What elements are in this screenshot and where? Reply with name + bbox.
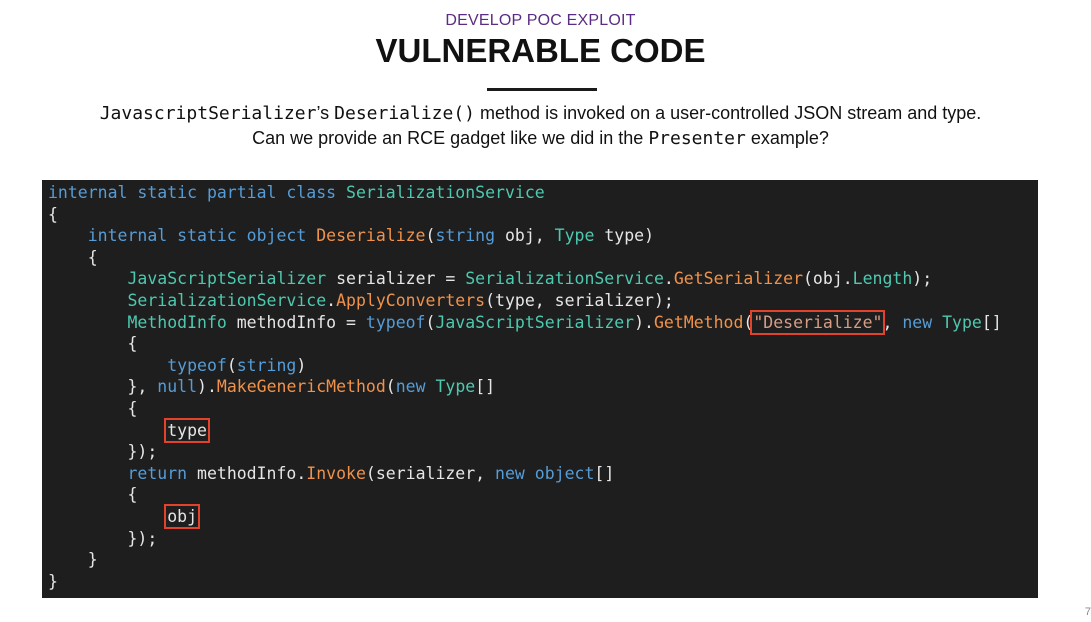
inline-code-deserialize: Deserialize() (334, 103, 476, 124)
code-line: return methodInfo.Invoke(serializer, new… (48, 463, 614, 485)
description-text: method is invoked on a user-controlled J… (475, 103, 982, 123)
code-token: } (48, 550, 98, 570)
slide-kicker: DEVELOP POC EXPLOIT (445, 12, 636, 29)
title-underline (487, 88, 597, 91)
code-token: }); (48, 442, 158, 462)
code-token: . (663, 269, 674, 289)
code-token: { (48, 247, 98, 267)
inline-code-javascriptserializer: JavascriptSerializer (99, 103, 317, 124)
code-token: SerializationService (48, 291, 327, 310)
code-token: methodInfo. (197, 463, 307, 483)
code-line: typeof(string) (48, 355, 306, 377)
code-token: ); (912, 269, 933, 289)
code-token: internal static object (48, 226, 317, 246)
code-token: { (48, 485, 138, 505)
code-token: } (48, 571, 58, 591)
description-line-1: JavascriptSerializer’s Deserialize() met… (0, 103, 1081, 124)
code-token: Deserialize (316, 226, 426, 246)
code-token: MakeGenericMethod (216, 377, 386, 397)
code-token: [] (981, 312, 1002, 332)
code-line: }); (48, 528, 157, 550)
code-token: [] (475, 377, 496, 397)
code-line: }); (48, 441, 157, 463)
code-token: ( (425, 226, 436, 246)
code-line: { (48, 247, 98, 269)
code-token: internal static partial class (48, 183, 347, 202)
code-token: }); (48, 528, 158, 548)
code-token: string (236, 355, 297, 375)
code-token: . (326, 291, 337, 310)
code-token: new object (495, 463, 595, 483)
code-line: obj (48, 504, 201, 529)
code-line: } (48, 571, 58, 593)
code-line: { (48, 333, 137, 355)
code-line: }, null).MakeGenericMethod(new Type[] (48, 376, 495, 398)
code-line: } (48, 549, 98, 571)
code-token: SerializationService (465, 269, 664, 289)
code-token: { (48, 399, 138, 418)
code-token: type) (604, 226, 654, 246)
page-number: 7 (1084, 606, 1091, 618)
slide: DEVELOP POC EXPLOIT VULNERABLE CODE Java… (0, 0, 1091, 622)
code-line: internal static object Deserialize(strin… (48, 225, 654, 247)
code-token: GetSerializer (673, 269, 803, 289)
code-token: MethodInfo (48, 312, 237, 332)
code-line: type (48, 417, 210, 443)
code-token: null (157, 377, 198, 397)
code-token: serializer = (336, 269, 466, 289)
code-token: Type (554, 226, 605, 246)
code-token: (type, serializer); (485, 291, 674, 310)
code-line: internal static partial class Serializat… (48, 182, 545, 204)
code-token: [] (594, 463, 615, 483)
code-token: Invoke (306, 463, 366, 483)
highlighted-token: obj (164, 504, 201, 529)
code-token: ) (296, 355, 307, 375)
code-token: (serializer, (365, 463, 496, 483)
code-line: { (48, 204, 58, 226)
code-panel: internal static partial class Serializat… (42, 180, 1038, 598)
code-token: ( (425, 312, 436, 332)
highlighted-token: "Deserialize" (750, 309, 886, 335)
description-text: Can we provide an RCE gadget like we did… (252, 128, 649, 148)
code-token: , (882, 312, 903, 332)
code-token: GetMethod (654, 312, 744, 332)
code-line: { (48, 398, 137, 420)
code-token: typeof (365, 312, 426, 332)
code-token: { (48, 334, 138, 354)
code-token: { (48, 204, 58, 224)
code-token: methodInfo = (236, 312, 366, 332)
code-token: obj, (504, 226, 555, 246)
code-token: (obj. (803, 269, 853, 289)
code-line: MethodInfo methodInfo = typeof(JavaScrip… (48, 309, 1002, 335)
description-line-2: Can we provide an RCE gadget like we did… (0, 128, 1081, 149)
code-token: string (435, 226, 505, 246)
description-text: example? (745, 128, 829, 148)
code-line: SerializationService.ApplyConverters(typ… (48, 290, 674, 312)
code-token: }, (48, 377, 158, 397)
code-token: JavaScriptSerializer (48, 269, 337, 289)
code-token: new (395, 377, 436, 397)
code-line: { (48, 484, 137, 506)
description-text: ’s (316, 103, 335, 123)
code-token: ). (634, 312, 654, 332)
code-token: Length (852, 269, 913, 289)
code-token: return (48, 463, 198, 483)
highlighted-token: type (164, 417, 210, 443)
code-token: typeof (48, 355, 227, 375)
code-token: Type (435, 377, 476, 397)
code-token: Type (942, 312, 982, 332)
code-token: new (902, 312, 943, 332)
code-token: ). (197, 377, 217, 397)
code-line: JavaScriptSerializer serializer = Serial… (48, 268, 932, 290)
code-token: ApplyConverters (336, 291, 486, 310)
code-token: ( (743, 312, 754, 332)
inline-code-presenter: Presenter (648, 128, 746, 149)
slide-title: VULNERABLE CODE (375, 32, 706, 69)
code-token: ( (226, 355, 237, 375)
code-token: SerializationService (346, 183, 545, 202)
code-token: ( (385, 377, 396, 397)
code-token: JavaScriptSerializer (435, 312, 635, 332)
